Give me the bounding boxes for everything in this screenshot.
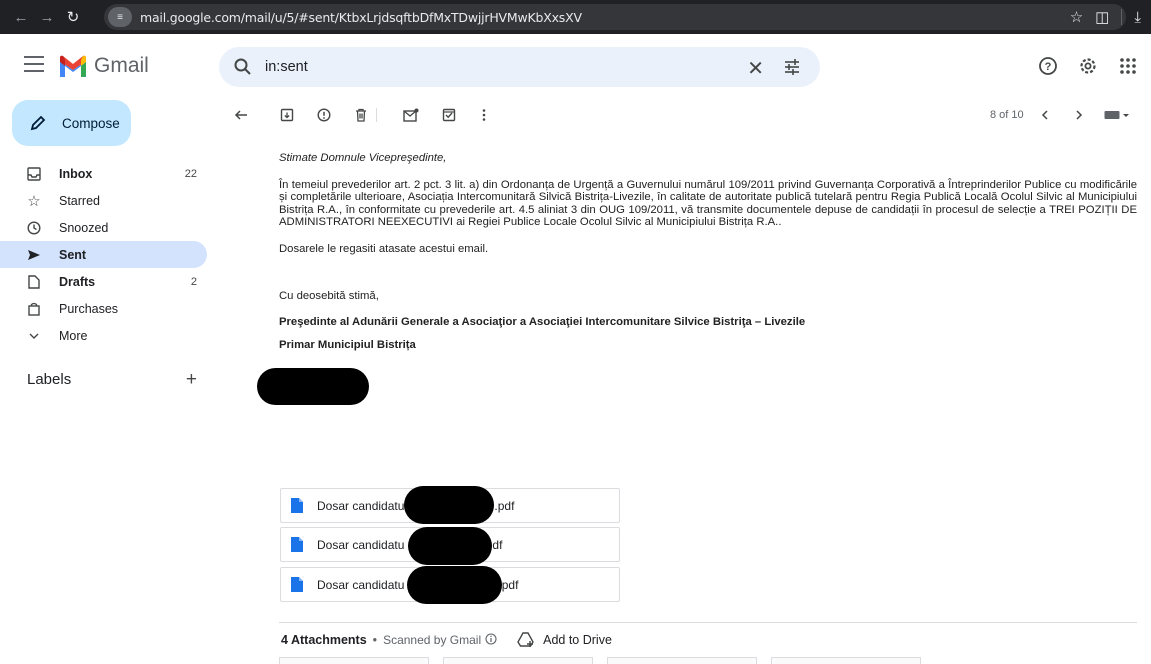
scanned-label: Scanned by Gmail — [383, 633, 482, 647]
add-label-icon[interactable]: + — [186, 369, 197, 391]
email-body: Stimate Domnule Vicepreşedinte, În temei… — [279, 152, 1137, 351]
signature-role: Primar Municipiul Bistrița — [279, 338, 416, 351]
bookmark-star-icon[interactable]: ☆ — [1070, 8, 1083, 26]
pencil-icon — [30, 115, 46, 131]
sidebar-item-label: Purchases — [59, 301, 119, 316]
reload-icon[interactable]: ↻ — [60, 8, 86, 26]
sidebar-nav: Inbox 22 ☆ Starred Snoozed Sent Drafts 2… — [0, 160, 207, 349]
search-input[interactable]: in:sent — [265, 59, 308, 75]
sidebar-item-count: 22 — [184, 167, 197, 180]
help-icon[interactable]: ? — [1037, 55, 1059, 77]
redaction-block — [408, 527, 492, 565]
draft-icon — [26, 274, 42, 290]
compose-button[interactable]: Compose — [12, 100, 131, 146]
sidebar-item-purchases[interactable]: Purchases — [0, 295, 207, 322]
svg-text:?: ? — [1045, 61, 1052, 73]
download-icon[interactable]: ⤓ — [1134, 9, 1141, 26]
previous-message-icon[interactable] — [1036, 106, 1054, 124]
extensions-icon[interactable]: ◫ — [1095, 8, 1109, 26]
labels-heading: Labels — [27, 371, 72, 388]
pdf-file-icon — [291, 577, 303, 592]
settings-gear-icon[interactable] — [1077, 55, 1099, 77]
address-bar[interactable]: ≡ mail.google.com/mail/u/5/#sent/KtbxLrj… — [104, 4, 1126, 30]
drive-add-icon — [517, 632, 534, 647]
gmail-header: Gmail in:sent ✕ ? — [0, 34, 1151, 100]
chevron-down-icon — [26, 328, 42, 344]
add-to-drive-button[interactable]: Add to Drive — [517, 632, 612, 648]
clock-icon — [26, 220, 42, 236]
attachments-divider — [279, 622, 1137, 623]
search-bar[interactable]: in:sent ✕ — [219, 47, 820, 87]
compose-label: Compose — [62, 115, 120, 131]
message-view: 8 of 10 Stimate Domnule Vicepreşedinte, … — [219, 100, 1151, 664]
sidebar-item-more[interactable]: More — [0, 322, 207, 349]
attachment-thumbnail[interactable] — [771, 657, 921, 664]
site-info-icon[interactable]: ≡ — [108, 7, 132, 27]
sidebar-item-starred[interactable]: ☆ Starred — [0, 187, 207, 214]
sidebar-item-label: Drafts — [59, 274, 96, 289]
signature-title: Preşedinte al Adunării Generale a Asocia… — [279, 316, 806, 329]
email-greeting: Stimate Domnule Vicepreşedinte, — [279, 152, 447, 164]
sidebar-item-sent[interactable]: Sent — [0, 241, 207, 268]
attachment-thumbnail[interactable] — [279, 657, 429, 664]
search-icon[interactable] — [233, 57, 253, 77]
attachment-thumbnail[interactable] — [607, 657, 757, 664]
gmail-m-icon — [60, 55, 86, 77]
toolbar-divider — [376, 108, 377, 122]
more-options-icon[interactable] — [475, 106, 493, 124]
apps-grid-icon[interactable] — [1117, 55, 1139, 77]
back-to-list-icon[interactable] — [232, 106, 250, 124]
sidebar-item-snoozed[interactable]: Snoozed — [0, 214, 207, 241]
redaction-block — [257, 368, 369, 405]
inbox-icon — [26, 166, 42, 182]
clear-search-icon[interactable]: ✕ — [747, 56, 764, 81]
email-closing: Cu deosebită stimă, — [279, 289, 379, 302]
sidebar-item-label: More — [59, 328, 88, 343]
add-to-drive-label: Add to Drive — [543, 633, 612, 647]
sidebar-item-label: Starred — [59, 193, 100, 208]
sidebar-item-inbox[interactable]: Inbox 22 — [0, 160, 207, 187]
sidebar-item-label: Inbox — [59, 166, 93, 181]
attachment-count: 4 Attachments — [281, 633, 367, 647]
separator-dot: • — [372, 633, 378, 647]
pagination-count: 8 of 10 — [990, 109, 1024, 121]
star-icon: ☆ — [27, 192, 41, 210]
back-arrow-icon[interactable]: ← — [8, 9, 34, 26]
pdf-file-icon — [291, 498, 303, 513]
browser-chrome: ← → ↻ ≡ mail.google.com/mail/u/5/#sent/K… — [0, 0, 1151, 34]
sidebar-item-label: Sent — [59, 247, 87, 262]
sidebar-item-count: 2 — [190, 275, 197, 288]
redaction-block — [407, 566, 502, 604]
mark-unread-icon[interactable] — [402, 106, 420, 124]
email-paragraph: În temeiul prevederilor art. 2 pct. 3 li… — [279, 178, 1137, 229]
url-text: mail.google.com/mail/u/5/#sent/KtbxLrjds… — [140, 9, 582, 25]
send-icon — [26, 247, 42, 263]
message-toolbar: 8 of 10 — [219, 100, 1151, 130]
search-options-icon[interactable] — [782, 57, 802, 77]
input-tools-keyboard-icon[interactable] — [1104, 106, 1130, 124]
sidebar-item-drafts[interactable]: Drafts 2 — [0, 268, 207, 295]
chrome-divider — [1121, 9, 1123, 25]
pdf-file-icon — [291, 537, 303, 552]
snooze-to-tasks-icon[interactable] — [440, 106, 458, 124]
archive-icon[interactable] — [278, 106, 296, 124]
forward-arrow-icon[interactable]: → — [34, 9, 60, 26]
redaction-block — [404, 486, 494, 524]
attachments-summary: 4 Attachments • Scanned by Gmail Add to … — [281, 632, 612, 648]
delete-icon[interactable] — [352, 106, 370, 124]
gmail-wordmark: Gmail — [94, 54, 149, 77]
info-icon[interactable] — [485, 632, 497, 648]
attachment-thumbnail[interactable] — [443, 657, 593, 664]
email-paragraph: Dosarele le regasiti atasate acestui ema… — [279, 242, 489, 255]
labels-section: Labels + — [27, 369, 197, 391]
main-menu-icon[interactable] — [24, 56, 44, 72]
report-spam-icon[interactable] — [315, 106, 333, 124]
bag-icon — [26, 301, 42, 317]
gmail-logo[interactable]: Gmail — [58, 54, 149, 78]
sidebar-item-label: Snoozed — [59, 220, 109, 235]
next-message-icon[interactable] — [1070, 106, 1088, 124]
